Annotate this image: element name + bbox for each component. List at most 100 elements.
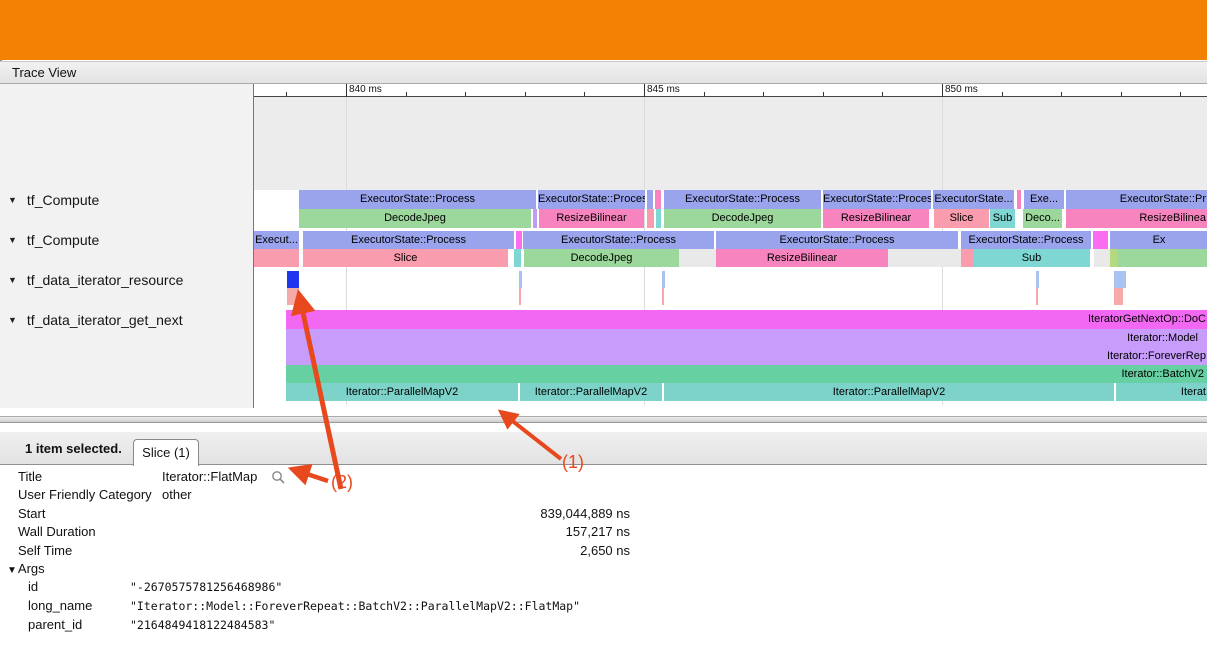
trace-slice[interactable] — [516, 231, 522, 249]
trace-slice[interactable] — [254, 249, 299, 267]
details-content: TitleIterator::FlatMapUser Friendly Cate… — [0, 465, 1207, 634]
trace-slice[interactable]: Iterator::ParallelMapV2 — [520, 383, 662, 401]
trace-slice[interactable] — [647, 209, 654, 228]
trace-slice[interactable] — [519, 288, 521, 305]
tab-slice[interactable]: Slice (1) — [133, 439, 199, 466]
magnifier-icon[interactable] — [271, 470, 285, 486]
trace-slice[interactable]: Iterator::ForeverRep — [286, 347, 1207, 365]
ruler-minor-tick — [1121, 92, 1122, 96]
trace-slice[interactable]: Sub — [973, 249, 1090, 267]
trace-slice[interactable]: ExecutorState::Process — [823, 190, 931, 209]
trace-slice[interactable]: ExecutorState::Process — [538, 190, 645, 209]
detail-label: Self Time — [18, 542, 162, 560]
trace-slice[interactable] — [533, 209, 537, 228]
timeline-area: 840 ms845 ms850 ms ExecutorState::Proces… — [253, 84, 1207, 408]
trace-slice[interactable]: DecodeJpeg — [664, 209, 821, 228]
trace-slice[interactable] — [1117, 249, 1207, 267]
trace-slice[interactable]: ExecutorState::Process — [303, 231, 514, 249]
trace-slice[interactable] — [287, 271, 299, 288]
trace-slice[interactable] — [287, 288, 299, 305]
trace-slice[interactable]: ResizeBilinea — [1066, 209, 1207, 228]
trace-slice[interactable]: Iterator::Model — [286, 329, 1207, 347]
arg-value: "Iterator::Model::ForeverRepeat::BatchV2… — [130, 597, 580, 616]
trace-slice[interactable]: ExecutorState::Process — [961, 231, 1091, 249]
sidebar-track-1[interactable]: ▼tf_Compute — [8, 232, 99, 250]
arg-key: parent_id — [28, 616, 130, 635]
trace-slice[interactable]: Slice — [303, 249, 508, 267]
detail-label: Start — [18, 505, 162, 523]
trace-slice[interactable] — [514, 249, 521, 267]
trace-view-header: Trace View — [0, 61, 1207, 84]
page-title: Trace View — [12, 65, 76, 80]
collapse-triangle-icon[interactable]: ▼ — [8, 315, 17, 325]
trace-slice[interactable]: Iterator::ParallelMapV2 — [664, 383, 1114, 401]
args-triangle-icon[interactable]: ▼ — [7, 565, 17, 576]
trace-slice[interactable]: IteratorGetNextOp::DoC — [286, 310, 1207, 329]
detail-label: Title — [18, 468, 162, 486]
trace-slice[interactable] — [1114, 271, 1126, 288]
trace-slice[interactable]: ExecutorState... — [933, 190, 1014, 209]
trace-slice[interactable]: ResizeBilinear — [823, 209, 929, 228]
trace-slice[interactable]: DecodeJpeg — [299, 209, 531, 228]
trace-slice[interactable]: Slice — [934, 209, 989, 228]
trace-slice[interactable]: ResizeBilinear — [539, 209, 644, 228]
trace-slice[interactable] — [1036, 288, 1038, 305]
collapse-triangle-icon[interactable]: ▼ — [8, 195, 17, 205]
track-row: Iterator::BatchV2 — [254, 365, 1207, 383]
sidebar-track-3[interactable]: ▼tf_data_iterator_get_next — [8, 312, 183, 330]
ruler-major-tick — [644, 84, 645, 97]
trace-slice[interactable] — [888, 249, 961, 267]
panel-splitter[interactable] — [0, 416, 1207, 432]
args-toggle[interactable]: ▼Args — [7, 560, 1207, 578]
collapse-triangle-icon[interactable]: ▼ — [8, 275, 17, 285]
trace-slice[interactable] — [656, 209, 661, 228]
trace-slice[interactable]: Iterat — [1116, 383, 1207, 401]
details-panel: 1 item selected. Slice (1) TitleIterator… — [0, 408, 1207, 664]
trace-slice[interactable] — [662, 271, 665, 288]
collapse-triangle-icon[interactable]: ▼ — [8, 235, 17, 245]
sidebar-track-2[interactable]: ▼tf_data_iterator_resource — [8, 272, 183, 290]
arg-key: long_name — [28, 597, 130, 616]
trace-slice[interactable] — [961, 249, 973, 267]
trace-slice[interactable]: ExecutorState::Process — [523, 231, 714, 249]
ruler-tick-label: 845 ms — [647, 84, 680, 95]
trace-slice[interactable]: Execut... — [254, 231, 299, 249]
trace-slice[interactable]: Exe... — [1024, 190, 1064, 209]
sidebar-track-0[interactable]: ▼tf_Compute — [8, 192, 99, 210]
trace-slice[interactable]: ExecutorState::Pr — [1066, 190, 1207, 209]
detail-value: Iterator::FlatMap — [162, 468, 257, 486]
time-ruler[interactable]: 840 ms845 ms850 ms — [254, 84, 1207, 97]
trace-slice[interactable] — [1017, 190, 1021, 209]
detail-label: Wall Duration — [18, 523, 162, 541]
trace-slice[interactable]: ExecutorState::Process — [299, 190, 536, 209]
trace-slice[interactable] — [1093, 231, 1108, 249]
trace-slice[interactable] — [1110, 249, 1117, 267]
trace-slice[interactable] — [647, 190, 653, 209]
timeline-canvas[interactable]: ExecutorState::ProcessExecutorState::Pro… — [254, 97, 1207, 408]
trace-slice[interactable] — [1094, 249, 1110, 267]
detail-row: Self Time2,650 ns — [0, 542, 1207, 560]
trace-slice[interactable] — [1114, 288, 1123, 305]
trace-slice[interactable] — [655, 190, 661, 209]
trace-slice[interactable] — [662, 288, 664, 305]
trace-slice[interactable]: Sub — [990, 209, 1015, 228]
trace-slice[interactable]: Ex — [1110, 231, 1207, 249]
trace-slice[interactable]: Iterator::ParallelMapV2 — [286, 383, 518, 401]
arg-row: parent_id"2164849418122484583" — [0, 616, 1207, 635]
ruler-minor-tick — [823, 92, 824, 96]
trace-slice[interactable]: ExecutorState::Process — [716, 231, 958, 249]
ruler-tick-label: 850 ms — [945, 84, 978, 95]
trace-slice[interactable] — [1036, 271, 1039, 288]
ruler-major-tick — [346, 84, 347, 97]
trace-slice[interactable]: ExecutorState::Process — [664, 190, 821, 209]
arg-value: "-2670575781256468986" — [130, 578, 282, 597]
trace-slice[interactable]: Deco... — [1023, 209, 1062, 228]
trace-slice[interactable]: Iterator::BatchV2 — [286, 365, 1207, 383]
trace-slice[interactable]: DecodeJpeg — [524, 249, 679, 267]
trace-slice[interactable] — [679, 249, 716, 267]
ruler-minor-tick — [1002, 92, 1003, 96]
trace-slice[interactable] — [519, 271, 522, 288]
empty-track-region — [254, 97, 1207, 190]
track-row — [254, 271, 1207, 288]
trace-slice[interactable]: ResizeBilinear — [716, 249, 888, 267]
